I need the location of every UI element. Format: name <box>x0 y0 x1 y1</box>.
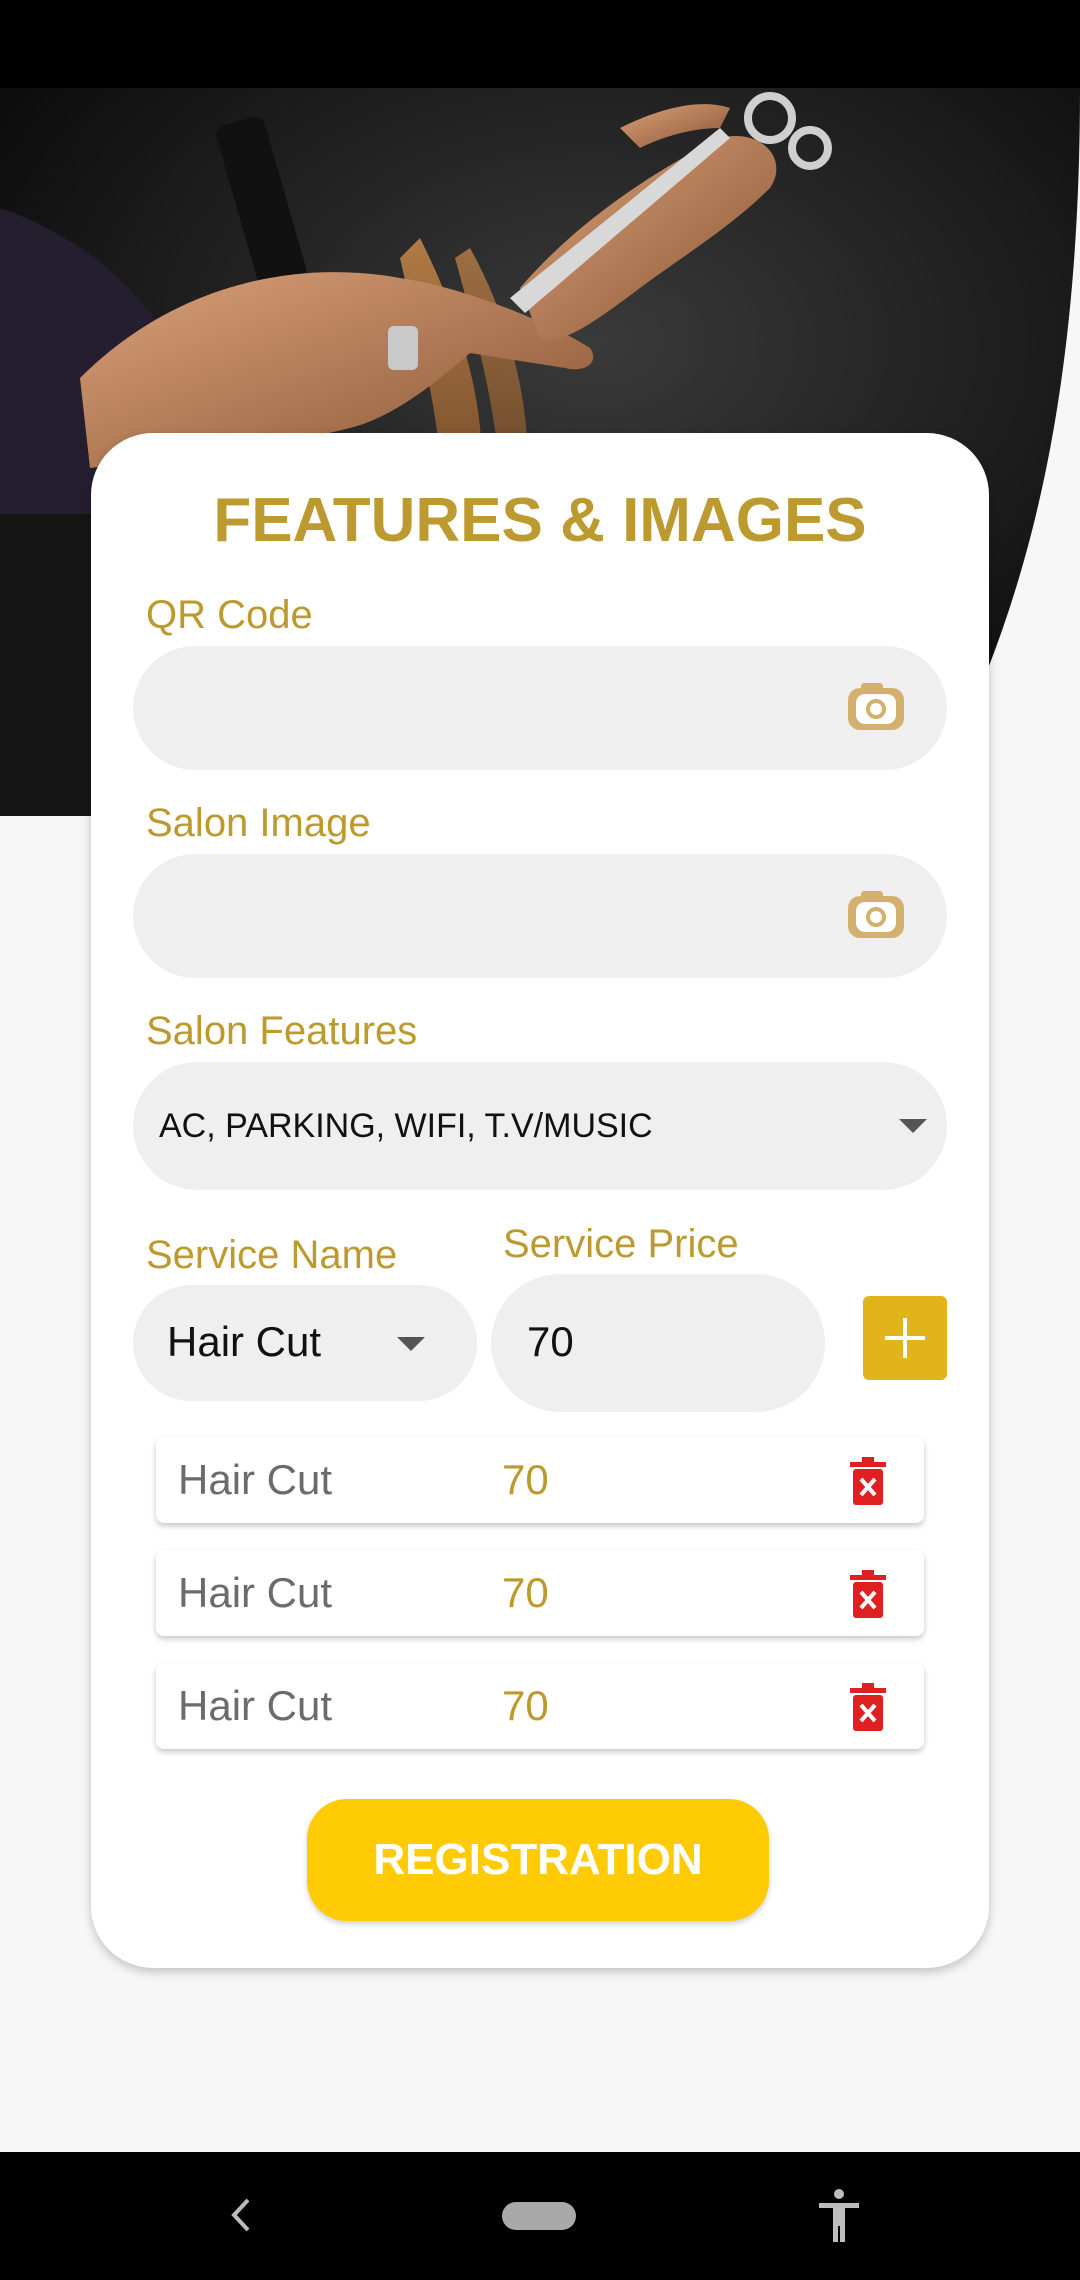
camera-icon[interactable] <box>847 682 905 732</box>
page-title: FEATURES & IMAGES <box>213 486 867 555</box>
qr-code-label: QR Code <box>146 593 313 637</box>
service-row-price: 70 <box>502 1456 549 1503</box>
service-row: Hair Cut 70 <box>156 1663 924 1749</box>
chevron-down-icon <box>899 1119 927 1133</box>
delete-icon[interactable] <box>850 1683 886 1731</box>
qr-code-field[interactable] <box>133 646 947 770</box>
service-row-name: Hair Cut <box>178 1682 333 1729</box>
delete-icon[interactable] <box>850 1570 886 1618</box>
salon-features-dropdown[interactable]: AC, PARKING, WIFI, T.V/MUSIC <box>133 1062 947 1190</box>
status-bar <box>0 0 1080 88</box>
salon-features-value: AC, PARKING, WIFI, T.V/MUSIC <box>159 1107 653 1145</box>
chevron-down-icon <box>397 1337 425 1351</box>
delete-icon[interactable] <box>850 1457 886 1505</box>
salon-image-label: Salon Image <box>146 801 371 845</box>
service-name-dropdown[interactable]: Hair Cut <box>133 1285 477 1401</box>
service-row-name: Hair Cut <box>178 1569 333 1616</box>
plus-icon <box>885 1318 925 1358</box>
add-service-button[interactable] <box>863 1296 947 1380</box>
service-row-name: Hair Cut <box>178 1456 333 1503</box>
service-row-price: 70 <box>502 1682 549 1729</box>
camera-icon[interactable] <box>847 890 905 940</box>
back-icon[interactable] <box>226 2192 254 2238</box>
accessibility-icon[interactable] <box>816 2188 862 2244</box>
home-pill-icon[interactable] <box>502 2202 576 2230</box>
service-price-value: 70 <box>527 1318 574 1365</box>
service-price-label: Service Price <box>503 1222 739 1266</box>
service-price-input[interactable]: 70 <box>491 1274 825 1412</box>
dark-band <box>0 514 100 816</box>
service-row: Hair Cut 70 <box>156 1437 924 1523</box>
service-row-price: 70 <box>502 1569 549 1616</box>
salon-features-label: Salon Features <box>146 1009 418 1053</box>
salon-image-field[interactable] <box>133 854 947 978</box>
features-card: FEATURES & IMAGES QR Code Salon Image Sa… <box>91 433 989 1968</box>
service-name-label: Service Name <box>146 1233 398 1277</box>
system-nav-bar <box>0 2152 1080 2280</box>
service-name-value: Hair Cut <box>167 1318 322 1365</box>
service-row: Hair Cut 70 <box>156 1550 924 1636</box>
registration-button[interactable]: REGISTRATION <box>307 1799 769 1921</box>
